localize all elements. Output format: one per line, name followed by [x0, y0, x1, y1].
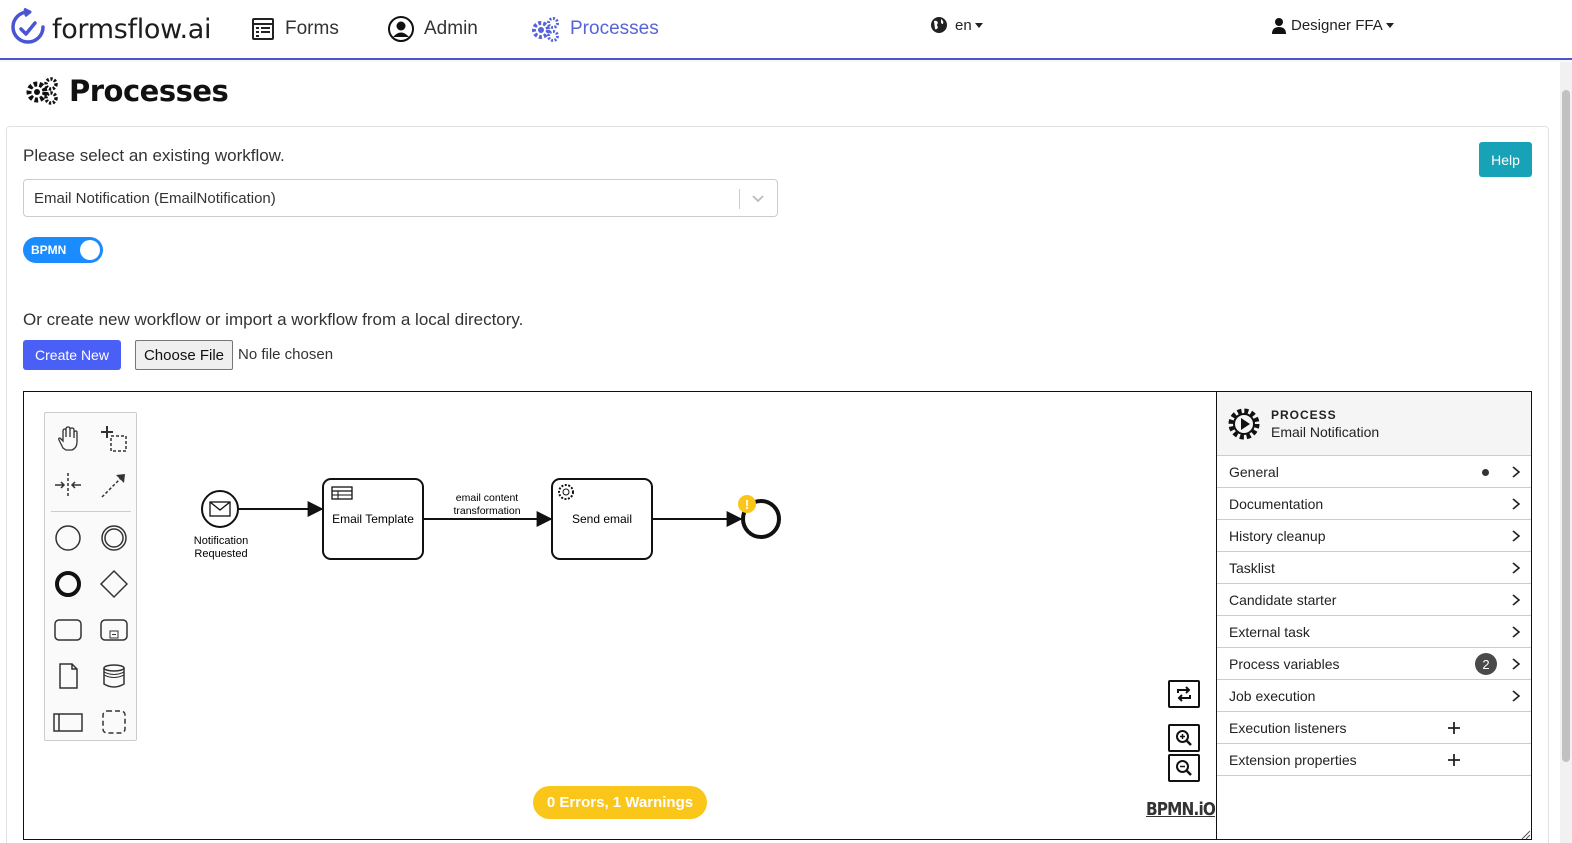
group-label: Process variables — [1229, 655, 1340, 672]
group-external-task[interactable]: External task — [1217, 616, 1531, 648]
chevron-right-icon — [1512, 498, 1521, 510]
user-name: Designer FFA — [1291, 17, 1383, 34]
nav-forms-label: Forms — [285, 18, 339, 39]
language-label: en — [955, 16, 972, 34]
user-icon — [1272, 17, 1286, 34]
create-workflow-label: Or create new workflow or import a workf… — [23, 310, 524, 329]
forms-list-icon — [252, 18, 274, 40]
file-status: No file chosen — [238, 346, 334, 363]
bpmn-modeler[interactable]: Notification Requested Email Template em… — [23, 391, 1532, 840]
bpmn-toggle[interactable]: BPMN — [23, 237, 103, 263]
task-email-template[interactable]: Email Template — [322, 478, 424, 560]
brand[interactable]: formsflow.ai — [10, 8, 211, 50]
group-label: Candidate starter — [1229, 591, 1337, 608]
user-dropdown[interactable]: Designer FFA — [1272, 17, 1394, 34]
group-process-variables[interactable]: Process variables 2 — [1217, 648, 1531, 680]
select-separator — [739, 189, 740, 209]
resize-handle-icon[interactable] — [1519, 828, 1531, 840]
group-extension-properties[interactable]: Extension properties — [1217, 744, 1531, 776]
bpmn-toggle-label: BPMN — [31, 243, 67, 257]
bpmn-io-watermark[interactable]: BPMN.iO — [1146, 799, 1216, 820]
select-workflow-label: Please select an existing workflow. — [23, 146, 285, 165]
cogs-icon — [26, 77, 58, 105]
group-execution-listeners[interactable]: Execution listeners — [1217, 712, 1531, 744]
nav-admin-label: Admin — [424, 18, 478, 39]
nav-processes[interactable]: Processes — [530, 12, 659, 46]
page-title-text: Processes — [69, 74, 229, 108]
chevron-right-icon — [1512, 690, 1521, 702]
group-history-cleanup[interactable]: History cleanup — [1217, 520, 1531, 552]
group-label: Job execution — [1229, 687, 1316, 704]
task-send-email[interactable]: Send email — [551, 478, 653, 560]
element-name: Email Notification — [1271, 424, 1380, 440]
warning-mark: ! — [745, 497, 749, 512]
count-badge: 2 — [1475, 653, 1497, 675]
bpmn-canvas[interactable]: Notification Requested Email Template em… — [24, 392, 1216, 840]
chevron-right-icon — [1512, 658, 1521, 670]
start-event-label-line2: Requested — [194, 548, 247, 560]
group-label: Tasklist — [1229, 559, 1275, 576]
task-send-email-label: Send email — [572, 512, 632, 526]
page-title: Processes — [25, 74, 229, 108]
workflow-select[interactable]: Email Notification (EmailNotification) — [23, 179, 778, 217]
chevron-right-icon — [1512, 466, 1521, 478]
group-label: Documentation — [1229, 495, 1324, 512]
choose-file-button[interactable]: Choose File — [135, 340, 233, 370]
gears-icon — [532, 17, 559, 42]
reset-view-button[interactable] — [1168, 680, 1200, 708]
group-label: General — [1229, 463, 1279, 480]
caret-down-icon — [1385, 23, 1394, 28]
toggle-knob — [80, 240, 100, 260]
zoom-out-icon — [1176, 760, 1192, 776]
page-scrollbar-thumb[interactable] — [1562, 90, 1570, 762]
process-gear-icon — [1228, 408, 1260, 440]
data-marker-icon — [1482, 469, 1489, 476]
nav-forms[interactable]: Forms — [251, 12, 339, 46]
group-label: External task — [1229, 623, 1310, 640]
language-dropdown[interactable]: en — [930, 16, 983, 34]
flow-label-line1: email content — [456, 492, 519, 504]
task-email-template-label: Email Template — [332, 512, 414, 526]
flow-label-line2: transformation — [453, 505, 520, 517]
plus-icon[interactable] — [1447, 721, 1461, 735]
start-event-notification-requested[interactable]: Notification Requested — [194, 490, 248, 560]
group-documentation[interactable]: Documentation — [1217, 488, 1531, 520]
group-job-execution[interactable]: Job execution — [1217, 680, 1531, 712]
chevron-right-icon — [1512, 530, 1521, 542]
chevron-right-icon — [1512, 594, 1521, 606]
chevron-right-icon — [1512, 626, 1521, 638]
properties-panel: PROCESS Email Notification General Docum… — [1216, 392, 1531, 840]
zoom-in-icon — [1176, 730, 1192, 746]
group-label: Extension properties — [1229, 751, 1357, 768]
start-event-label-line1: Notification — [194, 535, 248, 547]
nav-processes-label: Processes — [570, 18, 659, 39]
refresh-icon — [1177, 686, 1191, 702]
caret-down-icon — [974, 22, 983, 28]
workflow-select-value: Email Notification (EmailNotification) — [34, 189, 276, 207]
formsflow-logo-icon — [11, 8, 45, 44]
create-new-button[interactable]: Create New — [23, 340, 121, 370]
chevron-down-icon[interactable] — [751, 192, 765, 206]
group-label: Execution listeners — [1229, 719, 1347, 736]
zoom-in-button[interactable] — [1168, 724, 1200, 752]
chevron-right-icon — [1512, 562, 1521, 574]
linting-badge[interactable]: 0 Errors, 1 Warnings — [533, 786, 707, 819]
plus-icon[interactable] — [1447, 753, 1461, 767]
group-candidate-starter[interactable]: Candidate starter — [1217, 584, 1531, 616]
globe-icon — [931, 17, 947, 33]
group-tasklist[interactable]: Tasklist — [1217, 552, 1531, 584]
help-button[interactable]: Help — [1479, 142, 1532, 177]
zoom-out-button[interactable] — [1168, 754, 1200, 782]
warning-icon[interactable]: ! — [738, 495, 756, 513]
properties-header: PROCESS Email Notification — [1217, 392, 1531, 456]
group-label: History cleanup — [1229, 527, 1326, 544]
nav-admin[interactable]: Admin — [388, 12, 478, 46]
top-navbar: formsflow.ai Forms Admin Processes en De… — [0, 0, 1572, 60]
user-circle-icon — [388, 16, 414, 42]
brand-name: formsflow.ai — [52, 13, 212, 45]
group-general[interactable]: General — [1217, 456, 1531, 488]
element-type: PROCESS — [1271, 408, 1337, 422]
